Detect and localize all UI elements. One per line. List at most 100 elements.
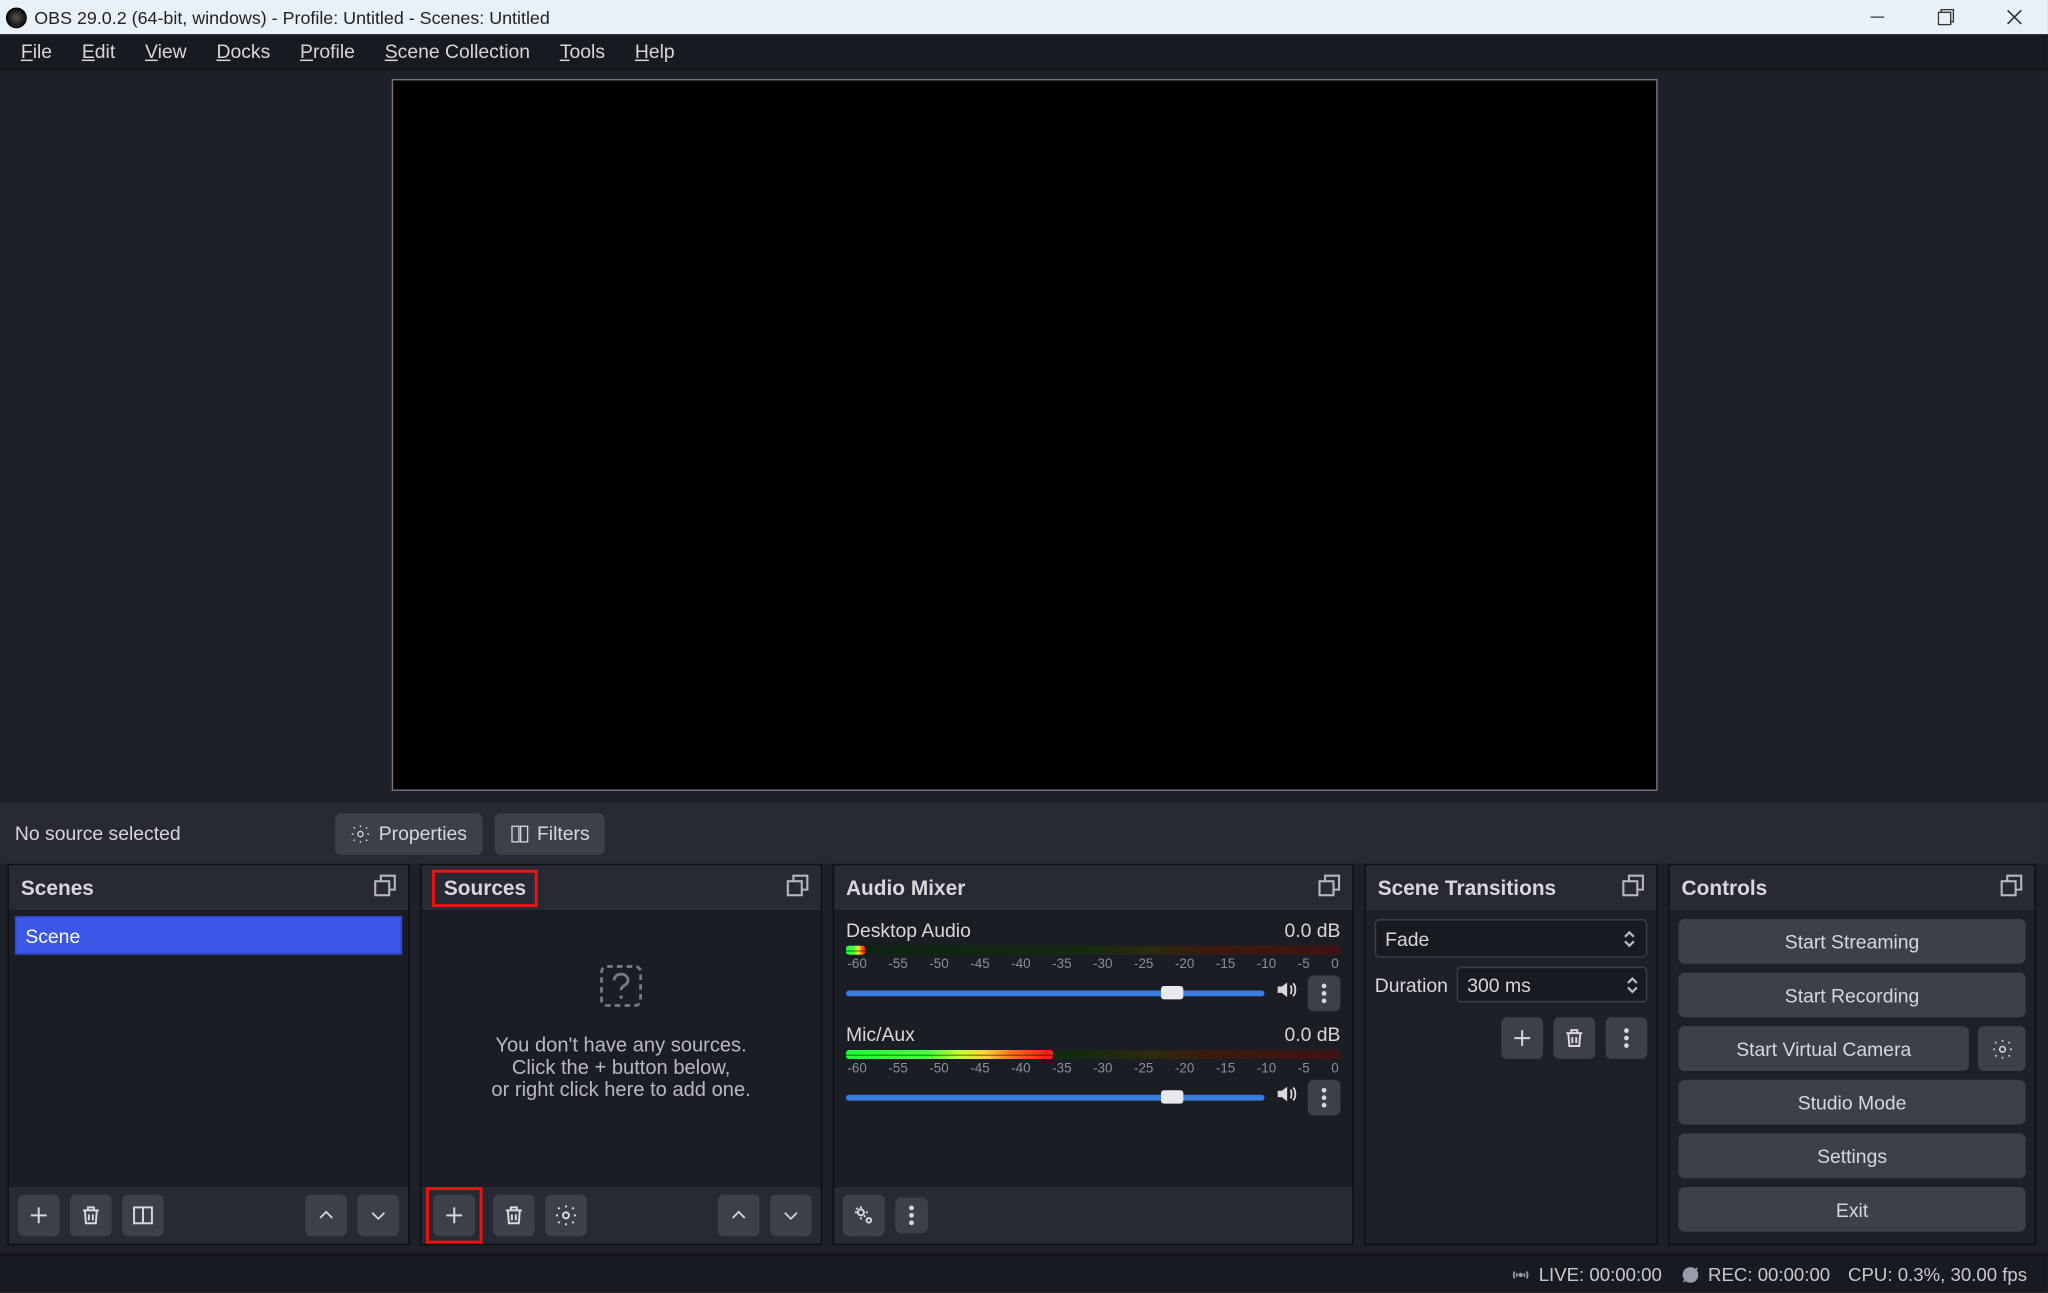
- audio-mixer-title: Audio Mixer: [846, 876, 965, 900]
- window-titlebar: OBS 29.0.2 (64-bit, windows) - Profile: …: [0, 0, 2048, 34]
- gear-icon: [350, 823, 371, 844]
- transitions-popout-button[interactable]: [1622, 874, 1644, 901]
- updown-icon: [1619, 926, 1640, 950]
- sources-title-highlight: Sources: [432, 870, 538, 907]
- trash-icon: [79, 1203, 103, 1227]
- status-cpu: CPU: 0.3%, 30.00 fps: [1848, 1264, 2027, 1285]
- menu-bar: File Edit View Docks Profile Scene Colle…: [0, 34, 2048, 70]
- chevron-up-icon: [728, 1205, 749, 1226]
- sources-move-down-button[interactable]: [770, 1194, 812, 1236]
- scenes-list[interactable]: Scene: [9, 910, 408, 1187]
- scenes-remove-button[interactable]: [70, 1194, 112, 1236]
- menu-file[interactable]: File: [6, 34, 67, 70]
- source-toolbar: No source selected Properties Filters: [0, 803, 2048, 864]
- scene-transitions-dock: Scene Transitions Fade Duration: [1364, 864, 1657, 1245]
- channel-name: Mic/Aux: [846, 1023, 915, 1045]
- studio-mode-button[interactable]: Studio Mode: [1679, 1080, 2026, 1125]
- scenes-title: Scenes: [21, 876, 94, 900]
- filters-button[interactable]: Filters: [494, 812, 605, 854]
- controls-dock: Controls Start Streaming Start Recording…: [1668, 864, 2036, 1245]
- channel-db: 0.0 dB: [1284, 1023, 1340, 1045]
- duration-label: Duration: [1375, 973, 1448, 995]
- channel-db: 0.0 dB: [1284, 919, 1340, 941]
- obs-logo-icon: [6, 7, 27, 28]
- window-close-button[interactable]: [1979, 0, 2048, 34]
- sources-popout-button[interactable]: [786, 874, 808, 901]
- exit-button[interactable]: Exit: [1679, 1187, 2026, 1232]
- status-live: LIVE: 00:00:00: [1510, 1264, 1661, 1285]
- window-maximize-button[interactable]: [1911, 0, 1980, 34]
- channel-menu-button[interactable]: [1308, 1080, 1341, 1116]
- start-virtual-camera-button[interactable]: Start Virtual Camera: [1679, 1026, 1969, 1071]
- menu-docks[interactable]: Docks: [202, 34, 286, 70]
- speaker-icon[interactable]: [1273, 977, 1298, 1010]
- transitions-title: Scene Transitions: [1378, 876, 1556, 900]
- menu-tools[interactable]: Tools: [545, 34, 620, 70]
- meter-ticks: -60-55-50-45-40-35-30-25-20-15-10-50: [846, 1060, 1340, 1075]
- scenes-popout-button[interactable]: [374, 874, 396, 901]
- status-bar: LIVE: 00:00:00 REC: 00:00:00 CPU: 0.3%, …: [0, 1254, 2048, 1293]
- preview-canvas[interactable]: [391, 79, 1657, 791]
- start-recording-button[interactable]: Start Recording: [1679, 973, 2026, 1018]
- scenes-move-up-button[interactable]: [305, 1194, 347, 1236]
- preview-area: [0, 70, 2048, 803]
- channel-name: Desktop Audio: [846, 919, 971, 941]
- plus-icon: [442, 1203, 466, 1227]
- sources-add-button[interactable]: [433, 1194, 475, 1236]
- plus-icon: [27, 1203, 51, 1227]
- scenes-filter-button[interactable]: [122, 1194, 164, 1236]
- mixer-channel: Desktop Audio 0.0 dB -60-55-50-45-40-35-…: [834, 910, 1352, 1014]
- transition-menu-button[interactable]: [1606, 1017, 1648, 1059]
- audio-meter: [846, 1050, 1340, 1059]
- transition-remove-button[interactable]: [1553, 1017, 1595, 1059]
- mixer-menu-button[interactable]: [895, 1197, 928, 1233]
- menu-profile[interactable]: Profile: [285, 34, 370, 70]
- settings-button[interactable]: Settings: [1679, 1133, 2026, 1178]
- mixer-advanced-settings-button[interactable]: [843, 1194, 885, 1236]
- duration-input[interactable]: 300 ms: [1457, 967, 1647, 1003]
- mixer-popout-button[interactable]: [1318, 874, 1340, 901]
- rect-split-icon: [131, 1203, 155, 1227]
- volume-slider[interactable]: [846, 1095, 1265, 1101]
- sources-dock: Sources You don't have any sources. Clic…: [420, 864, 822, 1245]
- sources-move-up-button[interactable]: [718, 1194, 760, 1236]
- sources-remove-button[interactable]: [493, 1194, 535, 1236]
- controls-title: Controls: [1682, 876, 1768, 900]
- status-rec: REC: 00:00:00: [1680, 1264, 1830, 1285]
- scene-item[interactable]: Scene: [15, 916, 402, 955]
- broadcast-icon: [1510, 1264, 1531, 1285]
- menu-help[interactable]: Help: [620, 34, 690, 70]
- window-minimize-button[interactable]: [1842, 0, 1911, 34]
- trash-icon: [1562, 1026, 1586, 1050]
- volume-slider[interactable]: [846, 990, 1265, 996]
- audio-mixer-dock: Audio Mixer Desktop Audio 0.0 dB -60-55-…: [833, 864, 1354, 1245]
- menu-edit[interactable]: Edit: [67, 34, 130, 70]
- speaker-icon[interactable]: [1273, 1081, 1298, 1114]
- mixer-body: Desktop Audio 0.0 dB -60-55-50-45-40-35-…: [834, 910, 1352, 1187]
- controls-popout-button[interactable]: [2000, 874, 2022, 901]
- menu-view[interactable]: View: [130, 34, 201, 70]
- virtual-camera-settings-button[interactable]: [1978, 1026, 2026, 1071]
- channel-menu-button[interactable]: [1308, 976, 1341, 1012]
- sources-empty-message: You don't have any sources. Click the + …: [422, 964, 821, 1101]
- sources-properties-button[interactable]: [545, 1194, 587, 1236]
- trash-icon: [502, 1203, 526, 1227]
- disc-slash-icon: [1680, 1264, 1701, 1285]
- menu-scene-collection[interactable]: Scene Collection: [370, 34, 545, 70]
- scenes-move-down-button[interactable]: [357, 1194, 399, 1236]
- filters-icon: [509, 823, 530, 844]
- updown-icon: [1622, 974, 1643, 995]
- transition-add-button[interactable]: [1501, 1017, 1543, 1059]
- meter-ticks: -60-55-50-45-40-35-30-25-20-15-10-50: [846, 956, 1340, 971]
- mixer-channel: Mic/Aux 0.0 dB -60-55-50-45-40-35-30-25-…: [834, 1014, 1352, 1118]
- dots-vertical-icon: [1623, 1028, 1629, 1049]
- scenes-add-button[interactable]: [18, 1194, 60, 1236]
- start-streaming-button[interactable]: Start Streaming: [1679, 919, 2026, 964]
- sources-list[interactable]: You don't have any sources. Click the + …: [422, 910, 821, 1187]
- audio-meter: [846, 946, 1340, 955]
- gear-icon: [1991, 1037, 2013, 1059]
- transition-select[interactable]: Fade: [1375, 919, 1648, 958]
- properties-button[interactable]: Properties: [336, 812, 482, 854]
- scenes-dock: Scenes Scene: [7, 864, 409, 1245]
- chevron-up-icon: [316, 1205, 337, 1226]
